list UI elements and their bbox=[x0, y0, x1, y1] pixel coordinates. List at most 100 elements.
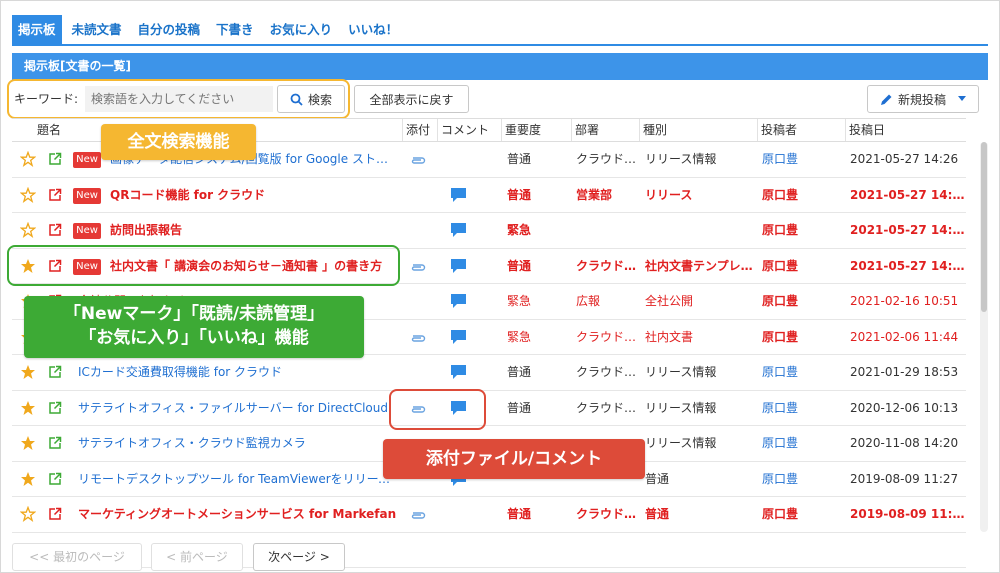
row-author[interactable]: 原口豊 bbox=[762, 497, 832, 532]
star-filled-icon[interactable] bbox=[20, 258, 36, 274]
row-author[interactable]: 原口豊 bbox=[762, 142, 832, 177]
row-title[interactable]: サテライトオフィス・クラウド監視カメラ bbox=[78, 426, 398, 461]
paperclip-icon[interactable] bbox=[410, 404, 426, 414]
show-all-button[interactable]: 全部表示に戻す bbox=[354, 85, 469, 113]
chevron-down-icon bbox=[958, 96, 966, 101]
open-link-icon[interactable] bbox=[48, 188, 62, 202]
tab-likes[interactable]: いいね！ bbox=[342, 15, 404, 45]
open-link-icon[interactable] bbox=[48, 152, 62, 166]
row-date: 2021-05-27 14:26 bbox=[850, 223, 966, 237]
star-outline-icon[interactable] bbox=[20, 222, 36, 238]
open-link-icon[interactable] bbox=[48, 401, 62, 415]
comment-icon[interactable] bbox=[450, 364, 467, 380]
row-importance: 普通 bbox=[507, 507, 532, 521]
paperclip-icon[interactable] bbox=[410, 333, 426, 343]
col-importance[interactable]: 重要度 bbox=[501, 119, 541, 141]
tab-drafts[interactable]: 下書き bbox=[210, 15, 260, 45]
comment-icon[interactable] bbox=[450, 187, 467, 203]
star-filled-icon[interactable] bbox=[20, 471, 36, 487]
new-badge: New bbox=[73, 223, 101, 239]
table-row[interactable]: サテライトオフィス・ファイルサーバー for DirectCloud 普通 クラウド… bbox=[12, 391, 966, 426]
col-dept[interactable]: 部署 bbox=[571, 119, 599, 141]
row-date: 2019-08-09 11:27 bbox=[850, 507, 966, 521]
star-filled-icon[interactable] bbox=[20, 364, 36, 380]
search-button[interactable]: 検索 bbox=[277, 85, 345, 113]
col-date[interactable]: 投稿日 bbox=[845, 119, 885, 141]
row-title[interactable]: ICカード交通費取得機能 for クラウド bbox=[78, 355, 398, 390]
row-author[interactable]: 原口豊 bbox=[762, 462, 832, 497]
search-input[interactable] bbox=[85, 86, 273, 112]
open-link-icon[interactable] bbox=[48, 472, 62, 486]
row-title[interactable]: マーケティングオートメーションサービス for Markefan bbox=[78, 497, 398, 532]
keyword-label: キーワード: bbox=[14, 92, 79, 106]
col-author[interactable]: 投稿者 bbox=[757, 119, 797, 141]
open-link-icon[interactable] bbox=[48, 365, 62, 379]
row-author[interactable]: 原口豊 bbox=[762, 213, 832, 248]
next-page-button[interactable]: 次ページ > bbox=[253, 543, 345, 571]
paperclip-icon[interactable] bbox=[410, 155, 426, 165]
row-department: クラウド事業部 bbox=[576, 365, 638, 379]
search-icon bbox=[290, 93, 303, 106]
comment-icon[interactable] bbox=[450, 293, 467, 309]
row-title[interactable]: サテライトオフィス・ファイルサーバー for DirectCloud bbox=[78, 391, 398, 426]
row-author[interactable]: 原口豊 bbox=[762, 426, 832, 461]
star-outline-icon[interactable] bbox=[20, 186, 36, 203]
star-filled-icon[interactable] bbox=[20, 435, 36, 451]
tab-underline bbox=[12, 44, 988, 46]
row-author[interactable]: 原口豊 bbox=[762, 391, 832, 426]
features-callout-line2: 「お気に入り」「いいね」機能 bbox=[79, 328, 309, 348]
paperclip-icon[interactable] bbox=[410, 262, 426, 272]
row-title[interactable]: 訪問出張報告 bbox=[110, 213, 398, 248]
tab-board[interactable]: 掲示板 bbox=[12, 15, 62, 45]
row-title[interactable]: QRコード機能 for クラウド bbox=[110, 178, 398, 213]
table-row[interactable]: ICカード交通費取得機能 for クラウド 普通 クラウド事業部リリース情報 原口豊 2… bbox=[12, 355, 966, 391]
row-department: クラウド事業部 bbox=[576, 152, 638, 166]
col-type[interactable]: 種別 bbox=[639, 119, 667, 141]
col-comment[interactable]: コメント bbox=[437, 119, 489, 141]
prev-page-button[interactable]: < 前ページ bbox=[151, 543, 243, 571]
row-department: クラウド事業部 bbox=[576, 329, 638, 344]
star-outline-icon[interactable] bbox=[20, 506, 36, 522]
comment-icon[interactable] bbox=[450, 400, 467, 416]
row-type: 全社公開 bbox=[645, 294, 694, 308]
comment-icon[interactable] bbox=[450, 258, 467, 274]
row-date: 2021-02-16 10:51 bbox=[850, 294, 959, 308]
tab-my-posts[interactable]: 自分の投稿 bbox=[132, 15, 207, 45]
star-filled-icon[interactable] bbox=[20, 400, 36, 416]
row-author[interactable]: 原口豊 bbox=[762, 284, 832, 319]
table-row[interactable]: New 訪問出張報告 緊急 原口豊 2021-05-27 14:26 bbox=[12, 213, 966, 249]
comment-icon[interactable] bbox=[450, 329, 467, 345]
open-link-icon[interactable] bbox=[48, 507, 62, 521]
row-type bbox=[645, 213, 753, 248]
new-post-button[interactable]: 新規投稿 bbox=[867, 85, 979, 113]
star-outline-icon[interactable] bbox=[20, 151, 36, 167]
table-row[interactable]: New 社内文書「 講演会のお知らせ－通知書 」の書き方 普通 クラウド事業部社内文書… bbox=[12, 249, 966, 284]
table-row[interactable]: マーケティングオートメーションサービス for Markefan普通クラウド事業… bbox=[12, 497, 966, 533]
row-author[interactable]: 原口豊 bbox=[762, 320, 832, 355]
row-department: クラウド事業部 bbox=[576, 400, 638, 415]
scrollbar-thumb[interactable] bbox=[981, 142, 987, 312]
open-link-icon[interactable] bbox=[48, 223, 62, 237]
new-post-label: 新規投稿 bbox=[897, 92, 946, 107]
comment-icon[interactable] bbox=[450, 222, 467, 238]
search-button-label: 検索 bbox=[307, 92, 332, 107]
row-author[interactable]: 原口豊 bbox=[762, 355, 832, 390]
row-importance: 緊急 bbox=[507, 329, 532, 344]
tab-unread[interactable]: 未読文書 bbox=[66, 15, 128, 45]
open-link-icon[interactable] bbox=[48, 436, 62, 450]
row-importance: 普通 bbox=[507, 365, 532, 379]
first-page-button[interactable]: << 最初のページ bbox=[12, 543, 142, 571]
open-link-icon[interactable] bbox=[48, 259, 62, 273]
row-title[interactable]: 社内文書「 講演会のお知らせ－通知書 」の書き方 bbox=[110, 249, 398, 284]
table-row[interactable]: New QRコード機能 for クラウド 普通 営業部 リリース 原口豊 2021-05-2… bbox=[12, 178, 966, 213]
row-author[interactable]: 原口豊 bbox=[762, 178, 832, 213]
row-department bbox=[576, 213, 638, 248]
col-title[interactable]: 題名 bbox=[34, 119, 61, 141]
paperclip-icon[interactable] bbox=[410, 510, 426, 520]
row-title[interactable]: リモートデスクトップツール for TeamViewerをリリースしました bbox=[78, 462, 398, 497]
tab-favorites[interactable]: お気に入り bbox=[264, 15, 339, 45]
row-importance: 普通 bbox=[507, 152, 532, 166]
scrollbar[interactable] bbox=[980, 142, 988, 532]
col-attach[interactable]: 添付 bbox=[402, 119, 430, 141]
row-author[interactable]: 原口豊 bbox=[762, 249, 832, 284]
